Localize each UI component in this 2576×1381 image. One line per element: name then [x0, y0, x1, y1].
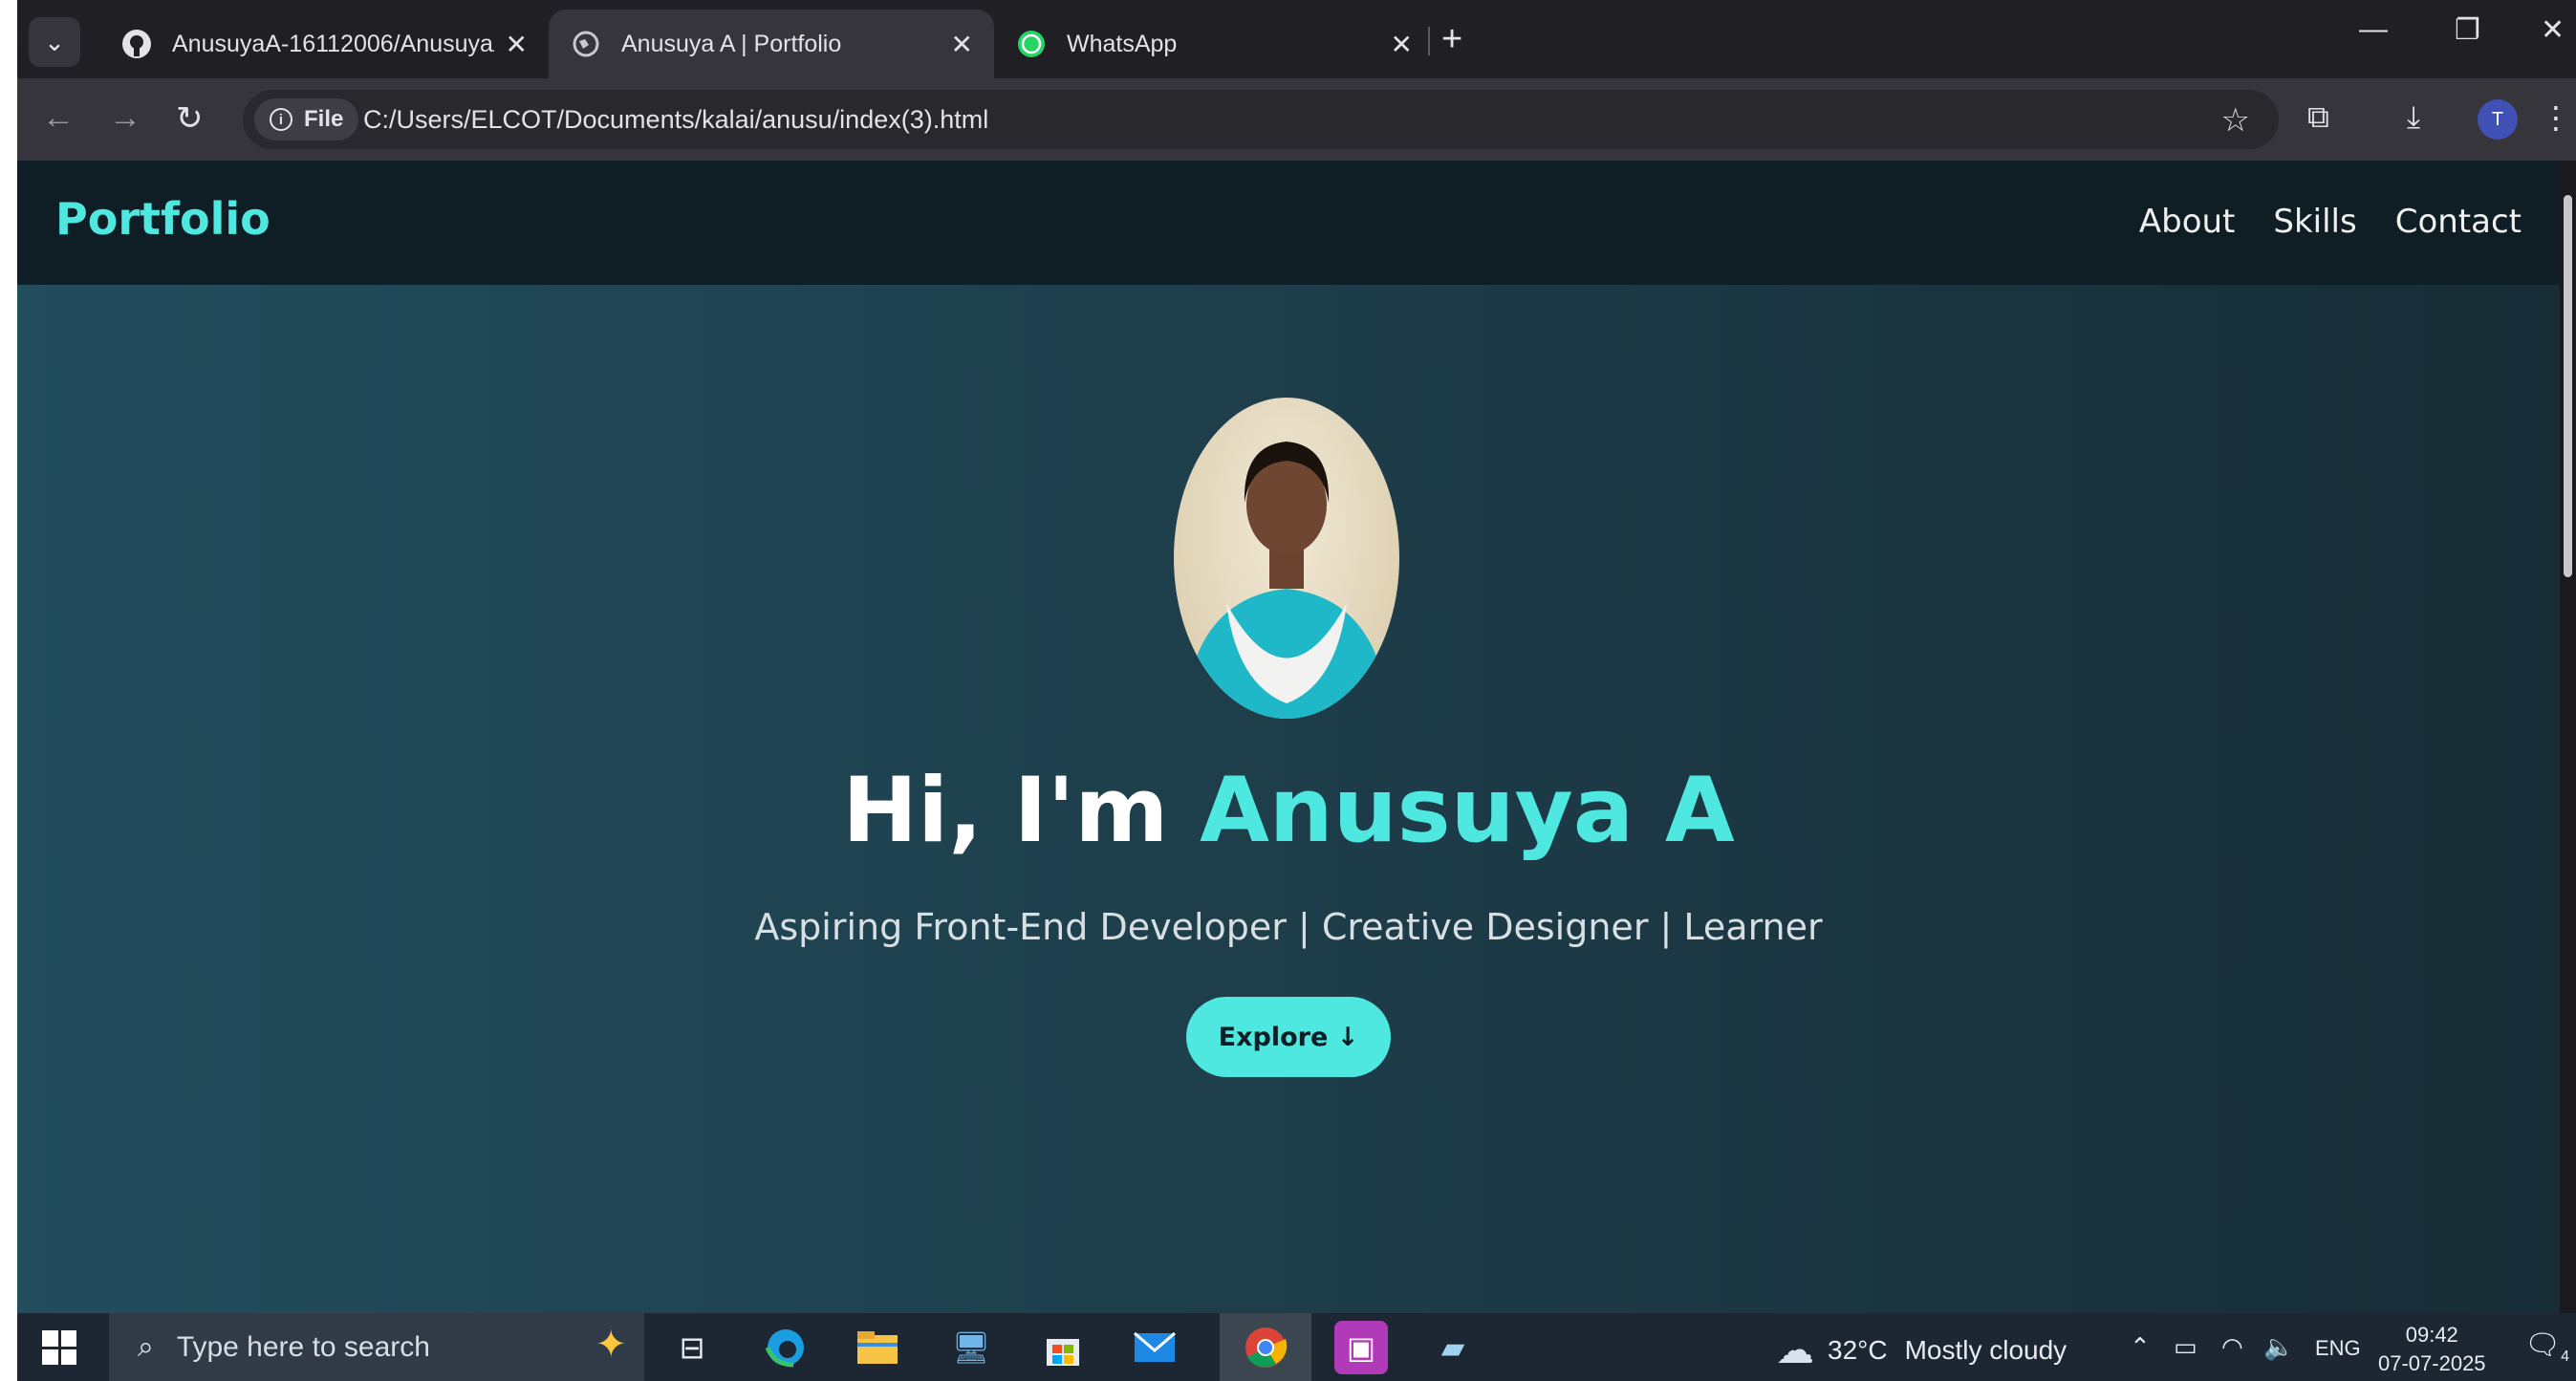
close-icon[interactable]: ✕: [1391, 29, 1413, 60]
chevron-up-icon[interactable]: ⌃: [2130, 1332, 2151, 1362]
extensions-icon[interactable]: ⧉: [2307, 99, 2329, 136]
close-window-icon[interactable]: ✕: [2541, 13, 2565, 47]
greeting-text: Hi, I'm: [842, 759, 1201, 863]
minimize-icon[interactable]: —: [2359, 13, 2388, 46]
address-bar[interactable]: i File C:/Users/ELCOT/Documents/kalai/an…: [243, 90, 2279, 149]
taskbar-search[interactable]: ⌕ Type here to search ✦: [109, 1313, 644, 1381]
cloud-icon: ☁: [1776, 1329, 1814, 1371]
sparkle-icon: ✦: [595, 1324, 627, 1366]
app-icon-2[interactable]: ▰: [1426, 1321, 1480, 1374]
chrome-icon[interactable]: [1220, 1313, 1311, 1381]
notification-count: 4: [2561, 1349, 2569, 1365]
explore-button[interactable]: Explore ↓: [1186, 997, 1391, 1077]
weather-temp: 32°C: [1828, 1335, 1888, 1365]
clock-time: 09:42: [2405, 1323, 2458, 1347]
weather-text: Mostly cloudy: [1904, 1335, 2067, 1365]
menu-icon[interactable]: ⋮: [2541, 99, 2571, 136]
tab-separator: [1428, 27, 1430, 55]
url-text[interactable]: C:/Users/ELCOT/Documents/kalai/anusu/ind…: [363, 105, 988, 135]
windows-start-icon[interactable]: [42, 1330, 76, 1365]
scheme-label: File: [304, 106, 344, 132]
tab-title: Anusuya A | Portfolio: [621, 30, 842, 57]
tab-search-button[interactable]: ⌄: [29, 17, 80, 67]
nav-links: About Skills Contact: [2139, 203, 2522, 241]
close-icon[interactable]: ✕: [506, 29, 528, 60]
file-explorer-icon[interactable]: [851, 1321, 904, 1374]
forward-icon[interactable]: →: [109, 99, 141, 137]
remote-desktop-icon[interactable]: 🖥: [944, 1321, 998, 1374]
site-logo[interactable]: Portfolio: [55, 193, 271, 245]
github-icon: [120, 28, 153, 60]
new-tab-button[interactable]: +: [1441, 19, 1462, 60]
whatsapp-icon: [1015, 28, 1048, 60]
edge-icon[interactable]: [759, 1321, 812, 1374]
reload-icon[interactable]: ↻: [176, 99, 204, 138]
page-viewport: Portfolio About Skills Contact Hi, I'm A…: [17, 161, 2560, 1313]
hero-tagline: Aspiring Front-End Developer | Creative …: [754, 906, 1823, 948]
language-indicator[interactable]: ENG: [2315, 1336, 2361, 1361]
info-icon: i: [270, 108, 292, 131]
tab-strip: ⌄ AnusuyaA-16112006/AnusuyaA ✕ Anusuya A…: [17, 0, 2576, 78]
hero-heading: Hi, I'm Anusuya A: [17, 759, 2560, 863]
hero-name: Anusuya A: [1200, 759, 1735, 863]
clock[interactable]: 09:42 07-07-2025: [2378, 1321, 2486, 1378]
app-icon[interactable]: ▣: [1334, 1321, 1388, 1374]
windows-taskbar: ⌕ Type here to search ✦ ⊟ 🖥 ▣ ▰ ☁ 32°C M…: [17, 1313, 2576, 1381]
close-icon[interactable]: ✕: [951, 29, 973, 60]
chevron-down-icon: ⌄: [44, 27, 65, 56]
back-icon[interactable]: ←: [42, 99, 75, 137]
search-placeholder: Type here to search: [176, 1330, 430, 1363]
tab-whatsapp[interactable]: WhatsApp ✕: [994, 10, 1434, 78]
scrollbar-thumb[interactable]: [2564, 195, 2572, 577]
download-icon[interactable]: ⤓: [2407, 99, 2420, 136]
profile-avatar[interactable]: T: [2478, 99, 2518, 140]
restore-icon[interactable]: ❐: [2455, 13, 2480, 47]
site-info-chip[interactable]: i File: [254, 98, 359, 140]
mail-icon[interactable]: [1128, 1321, 1181, 1374]
battery-icon[interactable]: ▭: [2174, 1332, 2197, 1362]
wifi-icon[interactable]: ◠: [2221, 1332, 2243, 1362]
profile-photo: [1174, 398, 1399, 719]
tab-portfolio[interactable]: Anusuya A | Portfolio ✕: [549, 10, 994, 78]
bookmark-star-icon[interactable]: ☆: [2221, 101, 2250, 140]
search-icon: ⌕: [138, 1330, 154, 1363]
clock-date: 07-07-2025: [2378, 1351, 2486, 1375]
nav-link-skills[interactable]: Skills: [2273, 203, 2356, 241]
globe-icon: [570, 28, 602, 60]
volume-icon[interactable]: 🔈: [2263, 1332, 2294, 1362]
weather-widget[interactable]: ☁ 32°C Mostly cloudy: [1776, 1328, 2067, 1372]
page-scrollbar[interactable]: [2560, 161, 2576, 1313]
store-icon[interactable]: [1036, 1321, 1090, 1374]
tab-github[interactable]: AnusuyaA-16112006/AnusuyaA ✕: [99, 10, 549, 78]
browser-window: ⌄ AnusuyaA-16112006/AnusuyaA ✕ Anusuya A…: [17, 0, 2576, 161]
site-navbar: Portfolio About Skills Contact: [17, 161, 2560, 285]
tab-title: AnusuyaA-16112006/AnusuyaA: [172, 30, 494, 57]
nav-link-contact[interactable]: Contact: [2395, 203, 2522, 241]
notification-icon[interactable]: 🗨4: [2524, 1328, 2569, 1366]
task-view-icon[interactable]: ⊟: [665, 1321, 719, 1374]
browser-toolbar: ← → ↻ i File C:/Users/ELCOT/Documents/ka…: [17, 78, 2576, 161]
tab-title: WhatsApp: [1067, 30, 1178, 57]
nav-link-about[interactable]: About: [2139, 203, 2236, 241]
